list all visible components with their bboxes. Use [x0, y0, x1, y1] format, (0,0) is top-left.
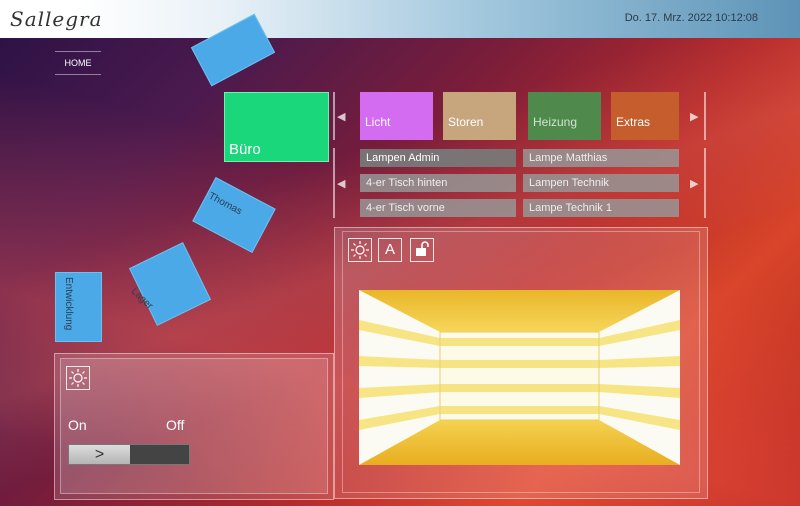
off-label: Off — [166, 417, 185, 433]
brightness-icon[interactable] — [66, 366, 90, 390]
divider-right — [704, 92, 706, 140]
category-next-icon[interactable]: ▶ — [690, 110, 698, 123]
list-next-icon[interactable]: ▶ — [690, 177, 698, 190]
room-tile-lager[interactable]: Lager — [129, 242, 211, 326]
category-prev-icon[interactable]: ◀ — [337, 110, 345, 123]
room-label-lager: Lager — [128, 285, 155, 312]
lamp-item[interactable]: Lampen Technik — [523, 174, 679, 192]
list-prev-icon[interactable]: ◀ — [337, 177, 345, 190]
category-extras[interactable]: Extras — [611, 92, 679, 140]
unlock-icon[interactable] — [410, 238, 434, 262]
category-label: Storen — [448, 115, 484, 129]
lamp-item[interactable]: 4-er Tisch hinten — [360, 174, 516, 192]
auto-icon[interactable]: A — [378, 238, 402, 262]
room-perspective-illustration — [359, 290, 680, 465]
room-tile-buero[interactable]: Büro — [224, 92, 329, 162]
category-heizung[interactable]: Heizung — [528, 92, 601, 140]
room-label-buero: Büro — [229, 141, 261, 158]
lamp-item[interactable]: Lampe Technik 1 — [523, 199, 679, 217]
room-label-entwicklung: Entwicklung — [63, 277, 74, 331]
top-bar: Sallegra Do. 17. Mrz. 2022 10:12:08 — [0, 0, 800, 38]
divider-left — [333, 92, 335, 140]
category-label: Licht — [365, 115, 391, 129]
lamp-item[interactable]: 4-er Tisch vorne — [360, 199, 516, 217]
sallegra-logo: Sallegra — [10, 7, 103, 31]
category-storen[interactable]: Storen — [443, 92, 516, 140]
category-label: Heizung — [533, 115, 578, 129]
on-label: On — [68, 417, 87, 433]
list-divider-left — [333, 148, 335, 218]
room-label-thomas: Thomas — [206, 190, 244, 218]
category-label: Extras — [616, 115, 651, 129]
category-licht[interactable]: Licht — [360, 92, 433, 140]
switch-knob[interactable]: > — [69, 445, 130, 464]
on-off-switch[interactable]: > — [68, 444, 190, 465]
room-tile-thomas[interactable]: Thomas — [192, 176, 276, 254]
home-button[interactable]: HOME — [55, 51, 101, 75]
lamp-item[interactable]: Lampe Matthias — [523, 149, 679, 167]
date-time: Do. 17. Mrz. 2022 10:12:08 — [624, 12, 758, 24]
light-control-inner — [60, 358, 328, 494]
room-tile-entwicklung[interactable]: Entwicklung — [55, 272, 102, 342]
lamp-item[interactable]: Lampen Admin — [360, 149, 516, 167]
brightness-icon[interactable] — [348, 238, 372, 262]
list-divider-right — [704, 148, 706, 218]
